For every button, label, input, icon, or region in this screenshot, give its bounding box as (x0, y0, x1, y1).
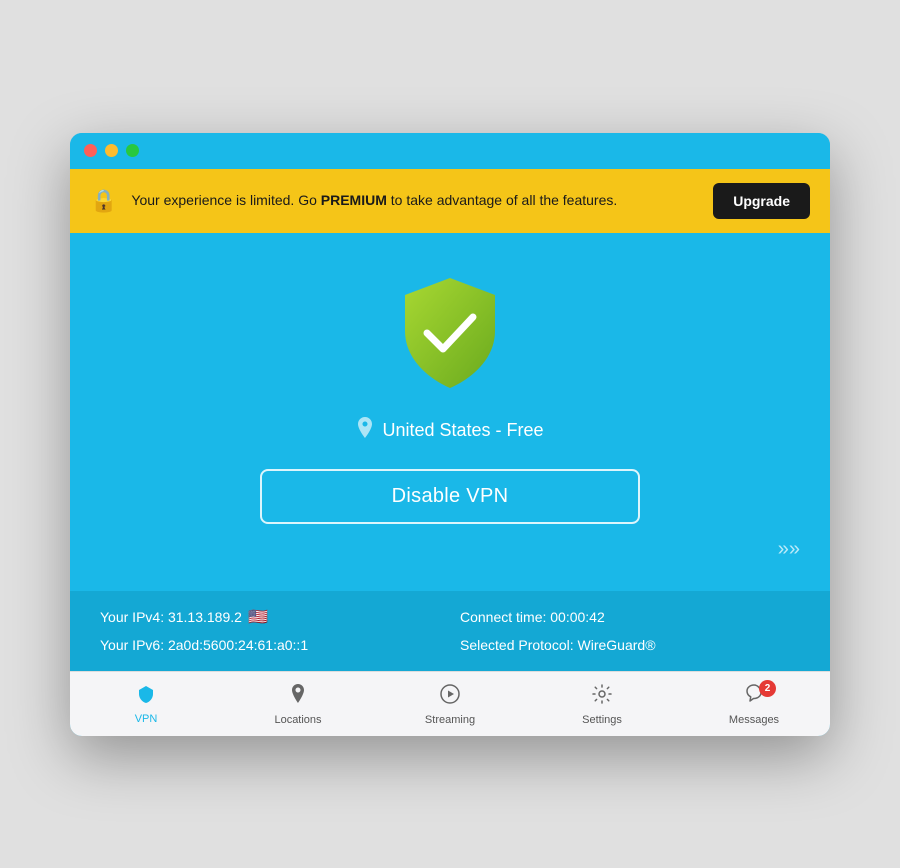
nav-messages[interactable]: 2 Messages (678, 672, 830, 736)
connect-time-label: Connect time: 00:00:42 (460, 609, 605, 625)
protocol-info: Selected Protocol: WireGuard® (460, 637, 800, 653)
messages-badge: 2 (759, 680, 776, 697)
connect-time-info: Connect time: 00:00:42 (460, 607, 800, 627)
lock-icon: 🔒 (90, 188, 117, 214)
location-pin-icon (356, 417, 374, 445)
nav-streaming-label: Streaming (425, 714, 475, 726)
nav-locations[interactable]: Locations (222, 672, 374, 736)
close-button[interactable] (84, 144, 97, 157)
nav-vpn-label: VPN (135, 713, 158, 725)
chevron-row: »» (90, 538, 810, 561)
ipv6-info: Your IPv6: 2a0d:5600:24:61:a0::1 (100, 637, 440, 653)
nav-locations-label: Locations (274, 714, 321, 726)
shield-icon (395, 273, 505, 393)
disable-vpn-button[interactable]: Disable VPN (260, 469, 640, 524)
location-label: United States - Free (382, 420, 543, 441)
banner-text: Your experience is limited. Go PREMIUM t… (131, 191, 699, 211)
ipv4-info: Your IPv4: 31.13.189.2 🇺🇸 (100, 607, 440, 627)
vpn-icon (137, 685, 155, 708)
ipv4-label: Your IPv4: 31.13.189.2 (100, 609, 242, 625)
upgrade-button[interactable]: Upgrade (713, 183, 810, 219)
locations-icon (290, 684, 306, 709)
settings-icon (592, 684, 612, 709)
protocol-label: Selected Protocol: WireGuard® (460, 637, 656, 653)
minimize-button[interactable] (105, 144, 118, 157)
nav-streaming[interactable]: Streaming (374, 672, 526, 736)
nav-messages-label: Messages (729, 714, 779, 726)
main-content: United States - Free Disable VPN »» (70, 233, 830, 591)
chevron-down-icon[interactable]: »» (778, 538, 800, 561)
us-flag-icon: 🇺🇸 (248, 607, 268, 627)
streaming-icon (440, 684, 460, 709)
title-bar (70, 133, 830, 169)
ipv6-label: Your IPv6: 2a0d:5600:24:61:a0::1 (100, 637, 308, 653)
upgrade-banner: 🔒 Your experience is limited. Go PREMIUM… (70, 169, 830, 233)
bottom-nav: VPN Locations Streaming (70, 671, 830, 736)
app-window: 🔒 Your experience is limited. Go PREMIUM… (70, 133, 830, 736)
nav-vpn[interactable]: VPN (70, 672, 222, 736)
nav-settings[interactable]: Settings (526, 672, 678, 736)
location-row: United States - Free (356, 417, 543, 445)
maximize-button[interactable] (126, 144, 139, 157)
nav-settings-label: Settings (582, 714, 622, 726)
info-bar: Your IPv4: 31.13.189.2 🇺🇸 Connect time: … (70, 591, 830, 671)
